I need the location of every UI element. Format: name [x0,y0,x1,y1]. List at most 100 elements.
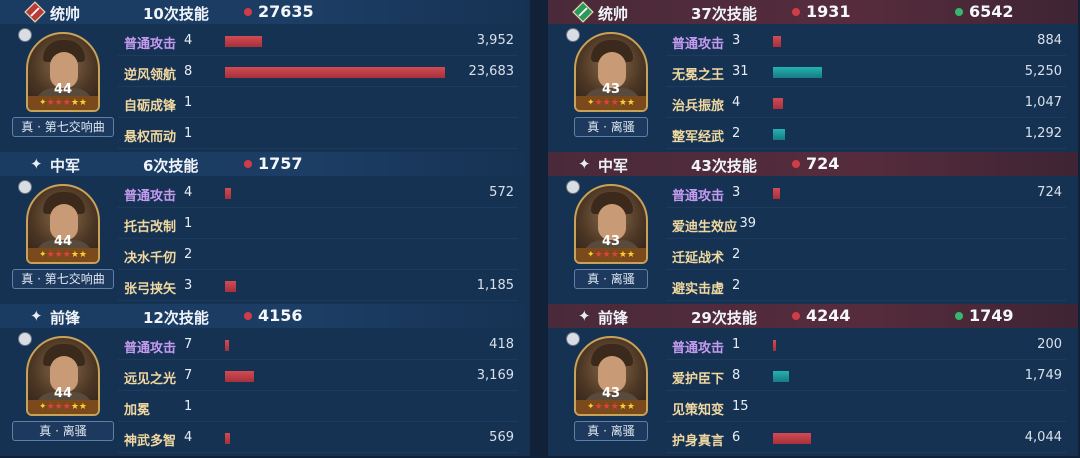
tactic-label[interactable]: 真 · 离骚 [574,421,648,441]
skill-trigger-count: 4 [184,33,193,48]
damage-dot-icon [244,8,252,16]
green-diamond-emblem-icon [572,1,594,23]
skill-row: 普通攻击 3 884 [666,27,1066,56]
left-hero-block-3: ✦ 前锋 12次技能 4156 44 ✦★★★★★ 真 · 离骚 普通攻击 7 41… [0,304,530,456]
heal-bar [773,129,785,140]
skill-name: 无冕之王 [672,68,725,83]
damage-bar [225,36,262,47]
damage-bar [225,433,230,444]
star-rating: ✦★★★★★ [576,400,646,414]
damage-bar [225,281,236,292]
skill-name: 神武多智 [124,434,177,449]
block-body: 43 ✦★★★★★ 真 · 离骚 普通攻击 3 724 爱迪生效应 39 迁延战术 2 避实击… [548,176,1078,304]
skill-row: 治兵振旅 4 1,047 [666,89,1066,118]
skill-value: 1,749 [1024,368,1062,383]
total-damage: 27635 [258,2,314,21]
total-damage: 4156 [258,306,303,325]
skill-trigger-count: 2 [732,278,741,293]
skill-name: 普通攻击 [124,341,177,356]
role-label: 统帅 [50,5,81,23]
hero-portrait[interactable]: 44 ✦★★★★★ [26,32,100,112]
skill-name: 悬权而动 [124,130,177,145]
damage-bar [773,36,781,47]
skill-row: 逆风领航 8 23,683 [118,58,518,87]
block-header: ✦ 中军 6次技能 1757 [0,152,530,176]
hero-level: 43 [601,82,621,97]
skill-row: 远见之光 7 3,169 [118,362,518,391]
block-body: 44 ✦★★★★★ 真 · 第七交响曲 普通攻击 4 3,952 逆风领航 8 23,68… [0,24,530,152]
skill-trigger-count: 2 [732,126,741,141]
damage-bar [225,340,229,351]
skill-row: 迁延战术 2 [666,241,1066,270]
troop-type-icon [18,332,32,346]
hero-portrait[interactable]: 44 ✦★★★★★ [26,184,100,264]
tactic-label[interactable]: 真 · 离骚 [12,421,114,441]
skill-row: 自砺成锋 1 [118,89,518,118]
skill-name: 迁延战术 [672,251,725,266]
right-hero-block-3: ✦ 前锋 29次技能 4244 1749 43 ✦★★★★★ 真 · 离骚 普通… [548,304,1078,456]
skill-count-label: 37次技能 [691,5,757,23]
total-heal: 1749 [969,306,1014,325]
skill-count-label: 6次技能 [143,157,199,175]
role-label: 中军 [50,157,81,175]
skill-row: 加冕 1 [118,393,518,422]
skill-row: 普通攻击 1 200 [666,331,1066,360]
skill-name: 远见之光 [124,372,177,387]
tactic-label[interactable]: 真 · 第七交响曲 [12,117,114,137]
skill-trigger-count: 3 [732,185,741,200]
skill-value: 200 [1037,337,1062,352]
block-header: 统帅 37次技能 1931 6542 [548,0,1078,24]
damage-dot-icon [792,312,800,320]
tactic-label[interactable]: 真 · 离骚 [574,269,648,289]
heal-dot-icon [955,8,963,16]
skill-trigger-count: 1 [184,95,193,110]
skill-count-label: 10次技能 [143,5,209,23]
hero-portrait[interactable]: 43 ✦★★★★★ [574,336,648,416]
skill-row: 避实击虚 2 [666,272,1066,301]
hero-portrait[interactable]: 43 ✦★★★★★ [574,32,648,112]
sparkle-icon: ✦ [30,307,43,325]
skill-row: 爱迪生效应 39 [666,210,1066,239]
skill-row: 见策知变 15 [666,393,1066,422]
skill-name: 托古改制 [124,220,177,235]
damage-dot-icon [792,160,800,168]
skill-row: 普通攻击 7 418 [118,331,518,360]
block-header: ✦ 前锋 12次技能 4156 [0,304,530,328]
hero-level: 44 [53,386,73,401]
hero-level: 43 [601,234,621,249]
total-damage: 4244 [806,306,851,325]
skill-value: 1,185 [476,278,514,293]
heal-bar [773,67,822,78]
tactic-label[interactable]: 真 · 第七交响曲 [12,269,114,289]
skill-trigger-count: 6 [732,430,741,445]
star-rating: ✦★★★★★ [28,248,98,262]
damage-dot-icon [244,160,252,168]
damage-bar [773,98,783,109]
role-label: 中军 [598,157,629,175]
damage-bar [225,67,445,78]
hero-level: 43 [601,386,621,401]
skill-name: 张弓挟矢 [124,282,177,297]
star-rating: ✦★★★★★ [28,400,98,414]
skill-trigger-count: 1 [732,337,741,352]
skill-name: 普通攻击 [672,189,725,204]
damage-bar [773,433,811,444]
tactic-label[interactable]: 真 · 离骚 [574,117,648,137]
left-hero-block-1: 统帅 10次技能 27635 44 ✦★★★★★ 真 · 第七交响曲 普通攻击 4… [0,0,530,152]
hero-portrait[interactable]: 43 ✦★★★★★ [574,184,648,264]
skill-row: 整军经武 2 1,292 [666,120,1066,149]
hero-portrait[interactable]: 44 ✦★★★★★ [26,336,100,416]
sparkle-icon: ✦ [578,155,591,173]
skill-count-label: 43次技能 [691,157,757,175]
troop-type-icon [566,332,580,346]
skill-value: 3,952 [476,33,514,48]
troop-type-icon [566,180,580,194]
skill-value: 572 [489,185,514,200]
skill-trigger-count: 7 [184,368,193,383]
skill-name: 决水千仞 [124,251,177,266]
skill-name: 爱护臣下 [672,372,725,387]
skill-trigger-count: 4 [184,185,193,200]
skill-value: 5,250 [1024,64,1062,79]
skill-value: 3,169 [476,368,514,383]
skill-trigger-count: 2 [184,247,193,262]
